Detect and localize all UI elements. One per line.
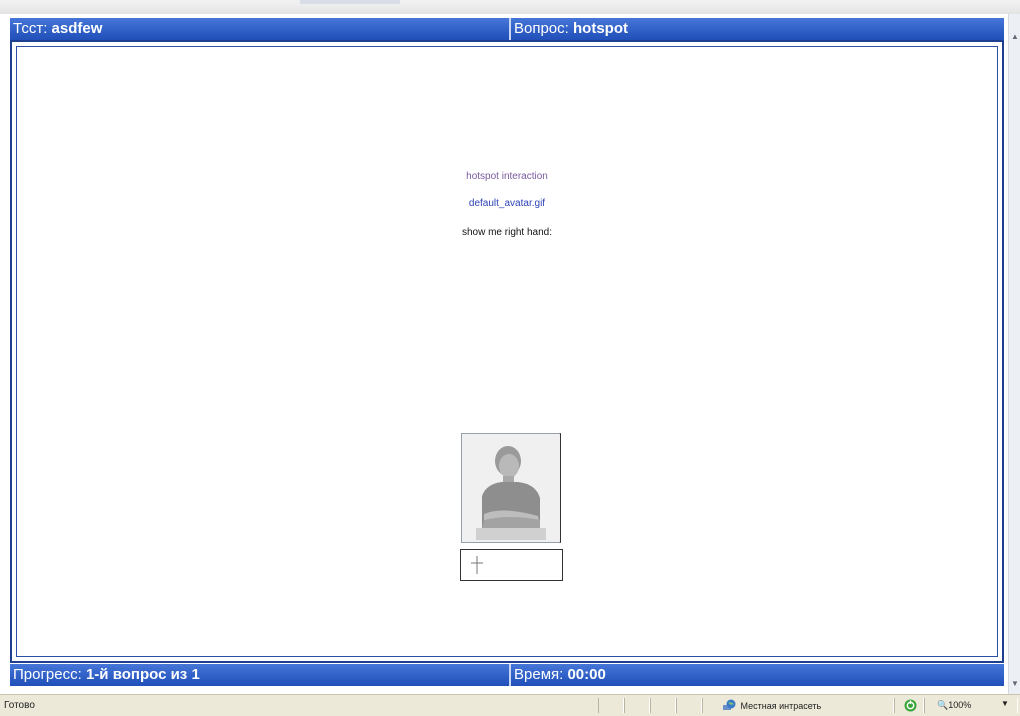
- progress-footer-bar: Прогресс: 1-й вопрос из 1 Время: 00:00: [10, 664, 1004, 686]
- test-name: asdfew: [51, 20, 103, 37]
- page-scrollbar[interactable]: ▲ ▼: [1008, 14, 1020, 694]
- tab-edge: [300, 0, 400, 4]
- image-name-text: default_avatar.gif: [468, 198, 546, 209]
- status-text: Готово: [4, 700, 35, 711]
- interaction-type-text: hotspot interaction: [466, 171, 548, 182]
- zoom-icon: 🔍: [937, 700, 949, 710]
- question-area: hotspot interaction default_avatar.gif s…: [16, 46, 998, 657]
- zoom-dropdown-icon[interactable]: ▼: [1001, 699, 1009, 708]
- progress-total: 1: [191, 666, 200, 683]
- status-segment: [624, 698, 650, 713]
- time-label: Время:: [514, 666, 564, 683]
- zoom-level[interactable]: 🔍100%: [937, 700, 971, 711]
- scroll-up-icon[interactable]: ▲: [1011, 32, 1019, 41]
- progress-value: 1-й вопрос из: [85, 666, 188, 683]
- progress-label: Прогресс:: [13, 666, 82, 683]
- question-frame: hotspot interaction default_avatar.gif s…: [10, 40, 1004, 663]
- test-header-bar: Тсст: asdfew Вопрос: hotspot: [10, 18, 1004, 40]
- protected-mode-icon[interactable]: [904, 699, 917, 712]
- intranet-globe-icon: [723, 699, 736, 710]
- browser-top-strip: [0, 0, 1020, 14]
- test-label: Тсст:: [13, 20, 48, 37]
- question-label: Вопрос:: [514, 20, 569, 37]
- security-zone-text: Местная интрасеть: [740, 701, 822, 711]
- browser-status-bar: Готово Местная интрасеть 🔍100% ▼: [0, 694, 1020, 716]
- time-value: 00:00: [567, 666, 606, 683]
- status-segment: [650, 698, 676, 713]
- hotspot-image[interactable]: [461, 433, 561, 543]
- question-name: hotspot: [573, 20, 628, 37]
- time-info: Время: 00:00: [509, 664, 606, 686]
- test-title: Тсст: asdfew: [10, 18, 102, 40]
- status-segment: [598, 698, 624, 713]
- crosshair-icon: [471, 556, 483, 574]
- question-title: Вопрос: hotspot: [509, 18, 628, 40]
- security-zone[interactable]: Местная интрасеть: [722, 699, 821, 711]
- progress-info: Прогресс: 1-й вопрос из 1: [10, 664, 200, 686]
- browser-viewport: Тсст: asdfew Вопрос: hotspot hotspot int…: [0, 0, 1020, 716]
- status-segment: [676, 698, 702, 713]
- scroll-down-icon[interactable]: ▼: [1011, 679, 1019, 688]
- avatar-silhouette-icon: [462, 434, 560, 542]
- zoom-text: 100%: [948, 700, 972, 710]
- question-prompt: show me right hand:: [461, 227, 553, 238]
- hotspot-marker-box[interactable]: [460, 549, 563, 581]
